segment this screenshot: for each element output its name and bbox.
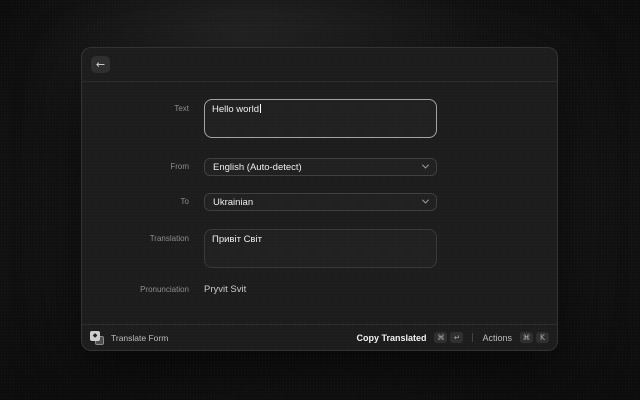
text-input[interactable]: Hello world bbox=[204, 99, 437, 138]
translate-icon-glyph: ◆ bbox=[93, 333, 98, 339]
from-label: From bbox=[82, 158, 189, 176]
action-bar-left: ◆ Translate Form bbox=[90, 331, 168, 345]
pronunciation-label: Pronunciation bbox=[82, 284, 189, 295]
text-label: Text bbox=[82, 99, 189, 113]
translate-form-window: ← Text Hello world From English (Auto-de… bbox=[81, 47, 558, 351]
form-row-pronunciation: Pronunciation Pryvit Svit bbox=[82, 284, 557, 295]
k-key-icon: K bbox=[536, 332, 549, 343]
back-button[interactable]: ← bbox=[91, 56, 110, 73]
form-row-to: To Ukrainian bbox=[82, 193, 557, 211]
command-key-icon: ⌘ bbox=[434, 332, 447, 343]
pronunciation-value: Pryvit Svit bbox=[204, 284, 437, 295]
chevron-down-icon bbox=[422, 161, 429, 168]
action-bar: ◆ Translate Form Copy Translated ⌘ ↵ Act… bbox=[82, 324, 557, 350]
actions-label: Actions bbox=[482, 333, 512, 343]
form-row-text: Text Hello world bbox=[82, 99, 557, 138]
from-select-value: English (Auto-detect) bbox=[213, 162, 302, 173]
copy-translated-label: Copy Translated bbox=[356, 333, 426, 343]
window-header: ← bbox=[82, 48, 557, 82]
action-bar-right: Copy Translated ⌘ ↵ Actions ⌘ K bbox=[356, 332, 549, 343]
to-label: To bbox=[82, 193, 189, 211]
extension-name: Translate Form bbox=[111, 333, 168, 343]
form-row-from: From English (Auto-detect) bbox=[82, 158, 557, 176]
translate-form-icon: ◆ bbox=[90, 331, 104, 345]
desktop-background: ← Text Hello world From English (Auto-de… bbox=[0, 0, 640, 400]
actions-shortcut: ⌘ K bbox=[520, 332, 549, 343]
actions-menu-button[interactable]: Actions ⌘ K bbox=[482, 332, 549, 343]
translate-form: Text Hello world From English (Auto-dete… bbox=[82, 82, 557, 324]
text-input-value: Hello world bbox=[212, 104, 259, 115]
command-key-icon: ⌘ bbox=[520, 332, 533, 343]
to-select[interactable]: Ukrainian bbox=[204, 193, 437, 211]
text-caret bbox=[260, 104, 261, 113]
translation-output[interactable]: Привіт Світ bbox=[204, 229, 437, 268]
translation-output-value: Привіт Світ bbox=[212, 234, 262, 245]
back-arrow-icon: ← bbox=[96, 59, 105, 70]
chevron-down-icon bbox=[422, 196, 429, 203]
to-select-value: Ukrainian bbox=[213, 197, 253, 208]
copy-translated-button[interactable]: Copy Translated ⌘ ↵ bbox=[356, 332, 463, 343]
action-bar-divider bbox=[472, 333, 473, 342]
translation-label: Translation bbox=[82, 229, 189, 243]
from-select[interactable]: English (Auto-detect) bbox=[204, 158, 437, 176]
copy-translated-shortcut: ⌘ ↵ bbox=[434, 332, 463, 343]
translate-icon-front-square: ◆ bbox=[90, 331, 100, 341]
form-row-translation: Translation Привіт Світ bbox=[82, 229, 557, 268]
return-key-icon: ↵ bbox=[450, 332, 463, 343]
